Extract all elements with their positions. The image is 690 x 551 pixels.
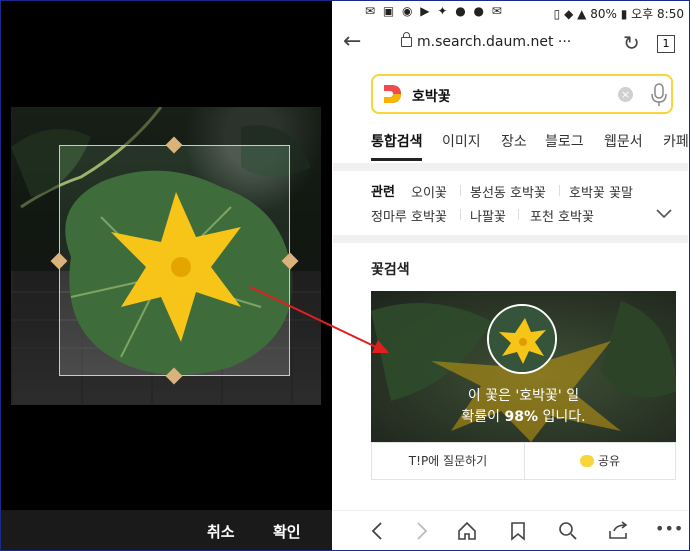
result-line-1: 이 꽃은 '호박꽃' 일 bbox=[467, 388, 580, 404]
related-item[interactable]: 봉선동 호박꽃 bbox=[470, 182, 546, 201]
signal-icon: ▲ bbox=[577, 7, 587, 21]
related-searches: 관련 오이꽃 봉선동 호박꽃 호박꽃 꽃말 정마루 호박꽃 나팔꽃 포천 호박꽃 bbox=[333, 171, 688, 235]
divider bbox=[460, 185, 461, 196]
crop-dim-bottom bbox=[11, 376, 321, 405]
search-tabs: 통합검색 이미지 장소 블로그 웹문서 카페 bbox=[333, 129, 688, 164]
related-item[interactable]: 포천 호박꽃 bbox=[530, 206, 594, 225]
battery-level: 80% bbox=[590, 7, 617, 21]
reload-icon[interactable]: ↻ bbox=[623, 31, 640, 55]
address-bar: ← m.search.daum.net ··· ↻ 1 bbox=[333, 27, 688, 63]
tab-places[interactable]: 장소 bbox=[501, 131, 527, 151]
cancel-button[interactable]: 취소 bbox=[207, 521, 235, 542]
bookmark-icon[interactable] bbox=[510, 521, 526, 541]
back-arrow-icon[interactable]: ← bbox=[343, 29, 361, 54]
tab-images[interactable]: 이미지 bbox=[442, 131, 481, 151]
ask-tip-button[interactable]: T!P에 질문하기 bbox=[372, 443, 525, 479]
crop-dim-top bbox=[11, 107, 321, 145]
battery-icon: ▮ bbox=[620, 7, 628, 21]
browser-bottom-nav: ••• bbox=[333, 510, 688, 550]
home-icon[interactable] bbox=[457, 521, 477, 541]
search-box[interactable]: 호박꽃 × bbox=[371, 74, 673, 114]
status-bar: ✉ ▣ ◉ ▶ ✦ ● ● ✉ ▯ ◆ ▲ 80% ▮ 오후 8:50 bbox=[333, 1, 688, 25]
status-right: ▯ ◆ ▲ 80% ▮ 오후 8:50 bbox=[554, 5, 684, 22]
wifi-icon: ◆ bbox=[564, 7, 574, 21]
flower-thumbnail bbox=[487, 304, 557, 374]
crop-action-bar: 취소 확인 bbox=[1, 510, 332, 550]
divider bbox=[518, 209, 519, 220]
section-divider bbox=[333, 235, 688, 243]
section-divider bbox=[333, 163, 688, 171]
more-icon[interactable]: ••• bbox=[655, 519, 683, 538]
related-label: 관련 bbox=[371, 185, 395, 200]
vibrate-icon: ▯ bbox=[553, 7, 561, 21]
tab-cafe[interactable]: 카페 bbox=[663, 131, 688, 151]
divider bbox=[460, 209, 461, 220]
lock-icon bbox=[401, 32, 412, 47]
share-icon[interactable] bbox=[608, 521, 630, 541]
related-item[interactable]: 오이꽃 bbox=[411, 182, 447, 201]
tab-count-button[interactable]: 1 bbox=[657, 35, 675, 53]
flower-result-text: 이 꽃은 '호박꽃' 일 확률이 98% 입니다. bbox=[371, 386, 676, 428]
kakaotalk-icon bbox=[579, 455, 594, 467]
microphone-icon[interactable] bbox=[651, 83, 667, 107]
flower-search-title: 꽃검색 bbox=[371, 262, 410, 278]
browser-screen: ✉ ▣ ◉ ▶ ✦ ● ● ✉ ▯ ◆ ▲ 80% ▮ 오후 8:50 ← m.… bbox=[333, 1, 688, 550]
forward-icon[interactable] bbox=[416, 521, 428, 541]
probability-value: 98% bbox=[504, 409, 539, 425]
share-button[interactable]: 공유 bbox=[525, 443, 675, 479]
daum-logo-icon bbox=[384, 85, 401, 103]
chevron-down-icon[interactable] bbox=[656, 209, 672, 219]
active-tab-indicator bbox=[371, 158, 422, 161]
search-icon[interactable] bbox=[558, 521, 578, 541]
back-icon[interactable] bbox=[371, 521, 383, 541]
related-item[interactable]: 나팔꽃 bbox=[470, 206, 506, 225]
divider bbox=[559, 185, 560, 196]
url-text[interactable]: m.search.daum.net ··· bbox=[417, 34, 571, 50]
crop-screen: 취소 확인 bbox=[1, 1, 332, 550]
crop-selection-box[interactable] bbox=[59, 145, 290, 376]
related-item[interactable]: 호박꽃 꽃말 bbox=[569, 182, 633, 201]
clear-icon[interactable]: × bbox=[618, 87, 633, 102]
search-input[interactable]: 호박꽃 bbox=[412, 86, 451, 106]
tab-web[interactable]: 웹문서 bbox=[604, 131, 643, 151]
notification-icons: ✉ ▣ ◉ ▶ ✦ ● ● ✉ bbox=[365, 4, 504, 18]
confirm-button[interactable]: 확인 bbox=[273, 521, 301, 542]
tab-all[interactable]: 통합검색 bbox=[371, 131, 423, 151]
clock: 오후 8:50 bbox=[631, 7, 684, 21]
pumpkin-flower-icon bbox=[489, 306, 555, 372]
tab-blog[interactable]: 블로그 bbox=[545, 131, 584, 151]
related-item[interactable]: 정마루 호박꽃 bbox=[371, 206, 447, 225]
result-actions: T!P에 질문하기 공유 bbox=[371, 442, 676, 480]
result-line-2: 확률이 98% 입니다. bbox=[461, 409, 586, 425]
